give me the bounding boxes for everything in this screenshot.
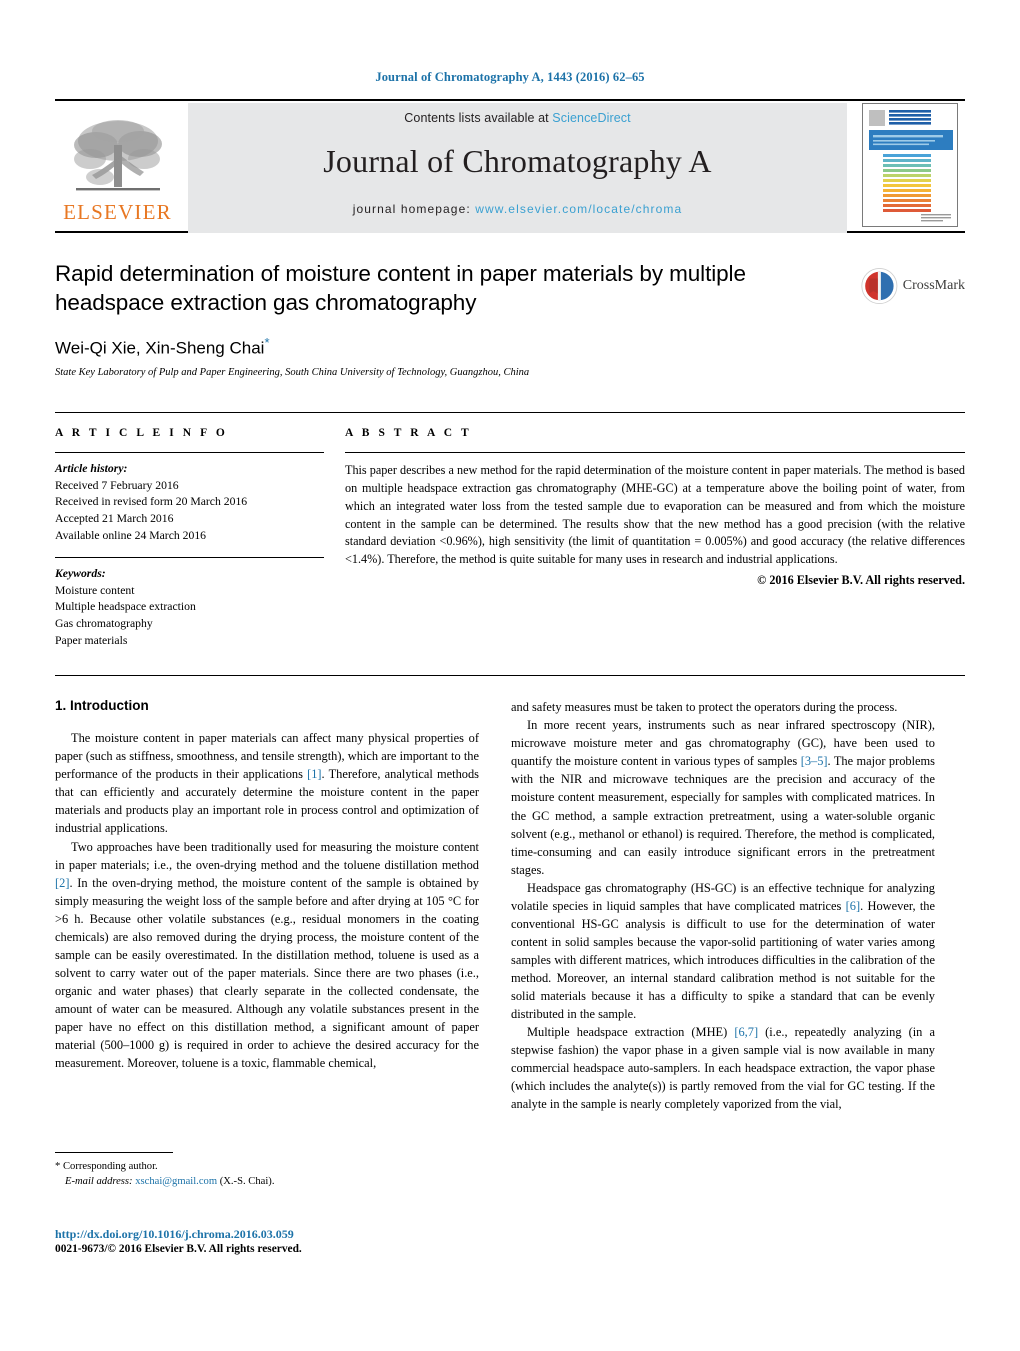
paragraph: Multiple headspace extraction (MHE) [6,7… xyxy=(511,1023,935,1113)
paragraph: Headspace gas chromatography (HS-GC) is … xyxy=(511,879,935,1023)
issn-copyright: 0021-9673/© 2016 Elsevier B.V. All right… xyxy=(55,1243,302,1255)
history-item: Accepted 21 March 2016 xyxy=(55,511,174,525)
article-page: Journal of Chromatography A, 1443 (2016)… xyxy=(0,0,1020,1351)
corresponding-author-footnote: * Corresponding author. E-mail address: … xyxy=(55,1152,479,1190)
journal-cover-thumbnail xyxy=(855,101,965,233)
journal-homepage-line: journal homepage: www.elsevier.com/locat… xyxy=(353,202,683,216)
history-item: Received in revised form 20 March 2016 xyxy=(55,495,248,509)
body-column-left: 1. Introduction The moisture content in … xyxy=(55,698,479,1113)
history-item: Available online 24 March 2016 xyxy=(55,528,207,542)
elsevier-wordmark: ELSEVIER xyxy=(63,200,172,224)
paragraph-text: Two approaches have been traditionally u… xyxy=(55,839,479,872)
footnote-corresponding-text: Corresponding author. xyxy=(62,1161,158,1172)
history-item: Received 7 February 2016 xyxy=(55,478,179,492)
abstract-copyright: © 2016 Elsevier B.V. All rights reserved… xyxy=(757,573,965,588)
doi-link[interactable]: http://dx.doi.org/10.1016/j.chroma.2016.… xyxy=(55,1227,525,1242)
citation-link[interactable]: [2] xyxy=(55,876,69,890)
paragraph: and safety measures must be taken to pro… xyxy=(511,700,898,715)
keyword-item: Multiple headspace extraction xyxy=(55,600,196,614)
running-head: Journal of Chromatography A, 1443 (2016)… xyxy=(375,70,645,84)
body-columns: 1. Introduction The moisture content in … xyxy=(55,698,965,1113)
paragraph-text: . In the oven-drying method, the moistur… xyxy=(55,875,479,1071)
author-names: Wei-Qi Xie, Xin-Sheng Chai xyxy=(55,338,265,358)
journal-masthead: ELSEVIER Contents lists available at Sci… xyxy=(55,99,965,233)
keyword-item: Paper materials xyxy=(55,633,128,647)
elsevier-tree-icon xyxy=(70,115,166,201)
email-link[interactable]: xschai@gmail.com xyxy=(135,1176,217,1187)
keywords-rule xyxy=(55,557,324,559)
title-block: Rapid determination of moisture content … xyxy=(55,259,965,378)
contents-prefix: Contents lists available at xyxy=(404,111,553,125)
masthead-center: Contents lists available at ScienceDirec… xyxy=(188,103,847,233)
citation-link[interactable]: [1] xyxy=(307,767,321,781)
article-info-rule xyxy=(55,452,324,454)
citation-link[interactable]: [6,7] xyxy=(734,1025,758,1039)
email-suffix: (X.-S. Chai). xyxy=(219,1176,275,1188)
author-list: Wei-Qi Xie, Xin-Sheng Chai* xyxy=(55,335,965,359)
footnote-email-line: E-mail address: xschai@gmail.com (X.-S. … xyxy=(55,1174,479,1189)
body-column-right: and safety measures must be taken to pro… xyxy=(511,698,935,1113)
info-abstract-section: A R T I C L E I N F O Article history: R… xyxy=(55,412,965,649)
abstract-rule xyxy=(345,452,965,454)
paragraph: In more recent years, instruments such a… xyxy=(511,716,935,878)
journal-title: Journal of Chromatography A xyxy=(323,143,712,179)
crossmark-badge[interactable]: CrossMark xyxy=(861,263,965,309)
footnote-marker: * xyxy=(55,1161,61,1172)
footnote-corresponding-line: * Corresponding author. xyxy=(55,1159,479,1174)
elsevier-logo: ELSEVIER xyxy=(55,101,180,233)
affiliation: State Key Laboratory of Pulp and Paper E… xyxy=(55,367,530,379)
body-top-rule xyxy=(55,675,965,677)
abstract-column: A B S T R A C T This paper describes a n… xyxy=(340,413,965,649)
corresponding-author-marker: * xyxy=(264,334,270,350)
sciencedirect-link[interactable]: ScienceDirect xyxy=(552,111,630,125)
cover-image xyxy=(862,103,958,227)
section-heading-introduction: 1. Introduction xyxy=(55,698,149,714)
footer-doi-block: http://dx.doi.org/10.1016/j.chroma.2016.… xyxy=(55,1227,525,1255)
homepage-url-link[interactable]: www.elsevier.com/locate/chroma xyxy=(475,202,682,216)
page-title: Rapid determination of moisture content … xyxy=(55,261,746,316)
paragraph: The moisture content in paper materials … xyxy=(55,729,479,837)
crossmark-icon xyxy=(861,268,898,304)
keywords-group: Keywords: Moisture content Multiple head… xyxy=(55,566,324,649)
citation-link[interactable]: [3–5] xyxy=(801,754,828,768)
crossmark-label: CrossMark xyxy=(902,278,965,293)
article-history-group: Article history: Received 7 February 201… xyxy=(55,461,324,544)
citation-link[interactable]: [6] xyxy=(846,899,860,913)
abstract-heading: A B S T R A C T xyxy=(345,427,472,440)
paragraph-text: . However, the conventional HS-GC analys… xyxy=(511,898,935,1022)
keyword-item: Gas chromatography xyxy=(55,617,153,631)
homepage-prefix: journal homepage: xyxy=(352,202,476,216)
article-history-label: Article history: xyxy=(55,462,128,476)
email-label: E-mail address: xyxy=(65,1176,133,1188)
article-info-column: A R T I C L E I N F O Article history: R… xyxy=(55,413,340,649)
contents-available-line: Contents lists available at ScienceDirec… xyxy=(404,111,630,125)
keyword-item: Moisture content xyxy=(55,583,135,597)
keywords-label: Keywords: xyxy=(55,567,106,581)
paragraph-text: . The major problems with the NIR and mi… xyxy=(511,754,935,877)
paragraph-text: Multiple headspace extraction (MHE) xyxy=(527,1025,735,1040)
footnote-rule xyxy=(55,1152,173,1153)
article-info-heading: A R T I C L E I N F O xyxy=(55,427,228,440)
paragraph: Two approaches have been traditionally u… xyxy=(55,838,479,1073)
abstract-text: This paper describes a new method for th… xyxy=(345,463,965,567)
